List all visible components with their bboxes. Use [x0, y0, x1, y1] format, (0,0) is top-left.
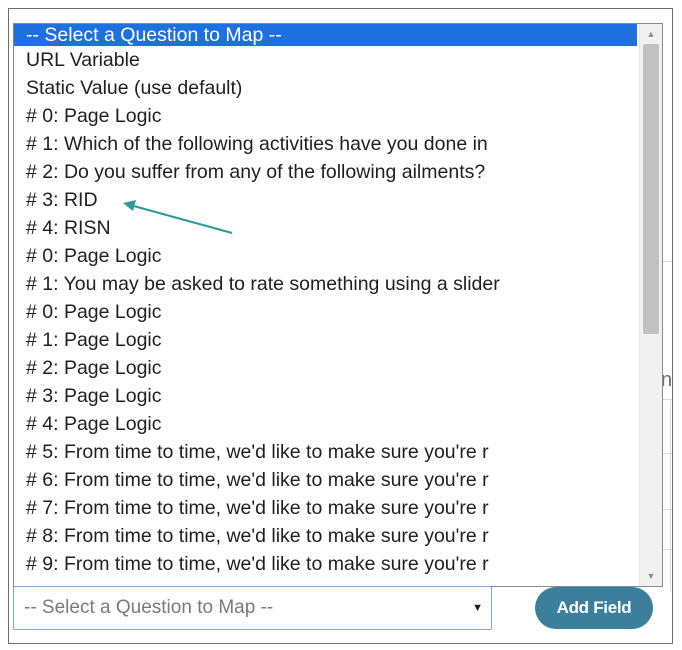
- listbox-option-selected[interactable]: -- Select a Question to Map --: [14, 24, 637, 46]
- question-select[interactable]: -- Select a Question to Map -- ▼: [13, 586, 492, 630]
- listbox-option[interactable]: # 4: RISN: [14, 214, 637, 242]
- listbox-option[interactable]: # 2: Page Logic: [14, 354, 637, 382]
- question-listbox[interactable]: -- Select a Question to Map -- URL Variab…: [13, 23, 663, 587]
- caret-down-icon: ▼: [472, 602, 483, 614]
- listbox-option[interactable]: # 5: From time to time, we'd like to mak…: [14, 438, 637, 466]
- listbox-option[interactable]: # 3: Page Logic: [14, 382, 637, 410]
- background-border: [670, 401, 671, 591]
- select-value: -- Select a Question to Map --: [24, 597, 274, 618]
- listbox-option[interactable]: Static Value (use default): [14, 74, 637, 102]
- scrollbar-thumb[interactable]: [643, 44, 659, 334]
- scroll-up-icon[interactable]: ▲: [640, 24, 662, 44]
- listbox-option[interactable]: # 8: From time to time, we'd like to mak…: [14, 522, 637, 550]
- listbox-option[interactable]: # 1: You may be asked to rate something …: [14, 270, 637, 298]
- listbox-option[interactable]: # 1: Page Logic: [14, 326, 637, 354]
- listbox-option[interactable]: # 0: Page Logic: [14, 242, 637, 270]
- question-options: -- Select a Question to Map -- URL Variab…: [14, 24, 637, 586]
- listbox-scrollbar[interactable]: ▲ ▼: [639, 24, 662, 586]
- add-field-button[interactable]: Add Field: [535, 587, 653, 629]
- screenshot-frame: ne -- Select a Question to Map --URL Var…: [8, 8, 673, 644]
- scroll-down-icon[interactable]: ▼: [640, 566, 662, 586]
- listbox-option[interactable]: # 0: Page Logic: [14, 298, 637, 326]
- listbox-option[interactable]: # 2: Do you suffer from any of the follo…: [14, 158, 637, 186]
- listbox-option[interactable]: # 4: Page Logic: [14, 410, 637, 438]
- listbox-option[interactable]: # 3: RID: [14, 186, 637, 214]
- listbox-option[interactable]: # 6: From time to time, we'd like to mak…: [14, 466, 637, 494]
- listbox-option[interactable]: # 0: Page Logic: [14, 102, 637, 130]
- listbox-option[interactable]: # 9: From time to time, we'd like to mak…: [14, 550, 637, 578]
- listbox-option[interactable]: URL Variable: [14, 46, 637, 74]
- listbox-option[interactable]: # 1: Which of the following activities h…: [14, 130, 637, 158]
- listbox-option[interactable]: # 7: From time to time, we'd like to mak…: [14, 494, 637, 522]
